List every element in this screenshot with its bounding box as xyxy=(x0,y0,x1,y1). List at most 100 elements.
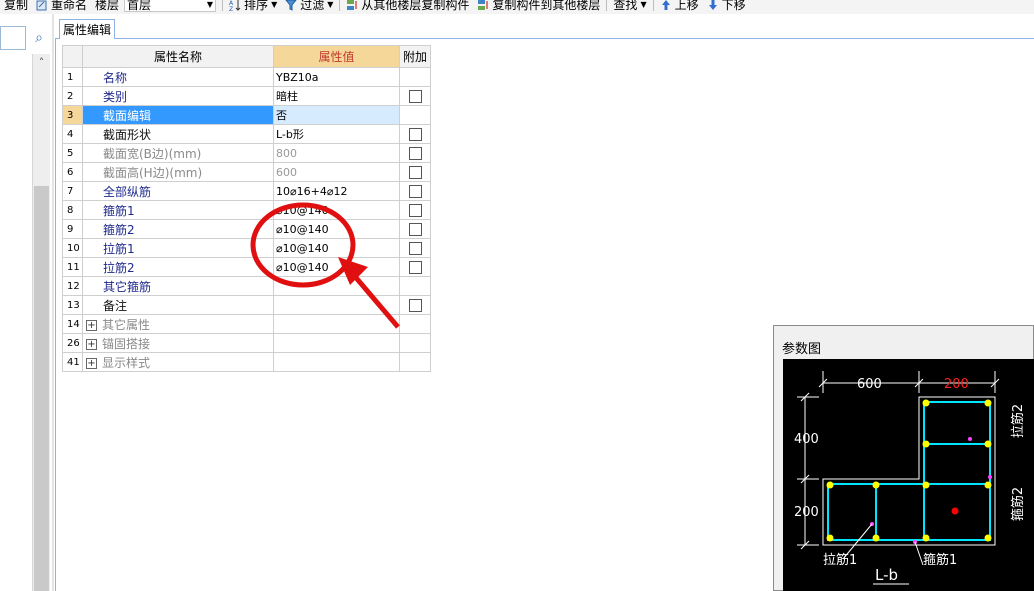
property-name: 截面高(H边)(mm) xyxy=(103,165,203,180)
param-figure-panel: 参数图 600 200 400 200 拉筋2 箍筋2 拉筋1 箍筋1 L-b xyxy=(773,325,1034,591)
row-number: 12 xyxy=(62,276,83,296)
property-value[interactable]: L-b形 xyxy=(273,124,400,144)
vertical-scrollbar[interactable]: ˄ xyxy=(32,54,50,591)
table-row[interactable]: 1 名称 YBZ10a xyxy=(62,67,431,87)
row-number: 6 xyxy=(62,162,83,182)
toolbar-divider xyxy=(222,0,224,11)
row-number: 1 xyxy=(62,67,83,87)
extra-cell xyxy=(399,105,431,125)
row-number: 5 xyxy=(62,143,83,163)
property-name: 截面编辑 xyxy=(103,108,152,123)
extra-checkbox[interactable] xyxy=(408,242,422,255)
table-row-group[interactable]: 26 + 锚固搭接 xyxy=(62,333,431,353)
scroll-up-icon[interactable]: ˄ xyxy=(33,54,50,70)
filter-icon xyxy=(285,0,297,11)
expand-icon[interactable]: + xyxy=(86,357,97,369)
property-value xyxy=(273,352,400,372)
param-figure-canvas: 600 200 400 200 拉筋2 箍筋2 拉筋1 箍筋1 L-b xyxy=(783,359,1034,591)
component-tree-pane: ⌕ ˄ xyxy=(0,14,50,591)
extra-checkbox[interactable] xyxy=(408,185,422,198)
tab-strip: 属性编辑 xyxy=(55,19,1034,39)
move-up-button[interactable]: 上移 xyxy=(656,0,703,12)
copy-to-other-floor-button[interactable]: 复制构件到其他楼层 xyxy=(473,0,604,12)
scroll-thumb[interactable] xyxy=(34,186,49,591)
dim-400: 400 xyxy=(794,432,819,447)
extra-checkbox[interactable] xyxy=(408,261,422,274)
extra-checkbox[interactable] xyxy=(408,299,422,312)
row-number: 8 xyxy=(62,200,83,220)
table-row[interactable]: 4 截面形状 L-b形 xyxy=(62,124,431,144)
extra-checkbox[interactable] xyxy=(408,204,422,217)
table-row-selected[interactable]: 3 截面编辑 否 xyxy=(62,105,431,125)
property-value[interactable]: 600 xyxy=(273,162,400,182)
splitter[interactable] xyxy=(52,14,54,591)
extra-checkbox[interactable] xyxy=(408,223,422,236)
tie2-label: 拉筋2 xyxy=(1010,404,1026,438)
toolbar: 复制 重命名 楼层 首层 ▼ AZ 排序 ▼ 过滤 ▼ 从其他楼层复制构件 复制构件到… xyxy=(0,0,1034,14)
copy-from-other-floor-button[interactable]: 从其他楼层复制构件 xyxy=(342,0,473,12)
copy-button[interactable]: 复制 xyxy=(0,0,32,12)
row-number: 7 xyxy=(62,181,83,201)
property-value[interactable]: 否 xyxy=(273,105,400,125)
property-value[interactable]: 800 xyxy=(273,143,400,163)
toolbar-divider xyxy=(339,0,341,11)
tab-property-edit[interactable]: 属性编辑 xyxy=(59,19,115,39)
property-value xyxy=(273,333,400,353)
sort-icon: AZ xyxy=(229,0,241,11)
search-icon[interactable]: ⌕ xyxy=(28,26,50,50)
expand-icon[interactable]: + xyxy=(86,319,97,331)
rename-button[interactable]: 重命名 xyxy=(32,0,91,12)
row-number: 41 xyxy=(62,352,83,372)
svg-text:Z: Z xyxy=(229,6,233,11)
find-button[interactable]: 查找 ▼ xyxy=(609,0,650,12)
row-number: 26 xyxy=(62,333,83,353)
extra-checkbox[interactable] xyxy=(408,147,422,160)
table-row[interactable]: 6 截面高(H边)(mm) 600 xyxy=(62,162,431,182)
toolbar-divider xyxy=(606,0,608,11)
extra-header[interactable]: 附加 xyxy=(399,45,431,68)
arrow-up-icon xyxy=(661,0,670,10)
stirrup2-label: 箍筋2 xyxy=(1010,487,1026,521)
row-number: 3 xyxy=(62,105,83,125)
property-group-name: 其它属性 xyxy=(102,317,151,332)
row-number: 11 xyxy=(62,257,83,277)
annotation-arrow xyxy=(350,271,400,329)
chevron-down-icon: ▼ xyxy=(271,0,278,9)
row-number-header xyxy=(62,45,83,68)
move-down-button[interactable]: 下移 xyxy=(703,0,750,12)
dim-200-left: 200 xyxy=(794,505,819,520)
rename-icon xyxy=(36,0,47,11)
property-name-header[interactable]: 属性名称 xyxy=(82,45,274,68)
chevron-down-icon: ▼ xyxy=(640,0,647,9)
floor-dropdown[interactable]: 首层 ▼ xyxy=(124,0,217,12)
property-value-header[interactable]: 属性值 xyxy=(273,45,400,68)
copy-to-floor-icon xyxy=(478,0,488,10)
section-diagram: 600 200 400 200 拉筋2 箍筋2 拉筋1 箍筋1 L-b xyxy=(794,371,1026,585)
property-value[interactable]: YBZ10a xyxy=(273,67,400,87)
extra-checkbox[interactable] xyxy=(408,166,422,179)
sort-button[interactable]: AZ 排序 ▼ xyxy=(225,0,281,12)
row-number: 14 xyxy=(62,314,83,334)
table-row-group[interactable]: 41 + 显示样式 xyxy=(62,352,431,372)
copy-floor-icon xyxy=(347,0,357,10)
row-number: 2 xyxy=(62,86,83,106)
extra-checkbox[interactable] xyxy=(408,128,422,141)
toolbar-divider xyxy=(652,0,654,11)
floor-selector[interactable]: 楼层 首层 ▼ xyxy=(91,0,220,12)
property-name: 截面形状 xyxy=(103,127,152,142)
filter-button[interactable]: 过滤 ▼ xyxy=(281,0,337,12)
row-number: 10 xyxy=(62,238,83,258)
row-number: 13 xyxy=(62,295,83,315)
table-row[interactable]: 2 类别 暗柱 xyxy=(62,86,431,106)
dim-600: 600 xyxy=(857,377,882,392)
dim-200-top: 200 xyxy=(944,377,969,392)
table-row[interactable]: 5 截面宽(B边)(mm) 800 xyxy=(62,143,431,163)
tie1-label: 拉筋1 xyxy=(823,552,857,568)
property-group-name: 显示样式 xyxy=(102,355,151,370)
extra-checkbox[interactable] xyxy=(408,90,422,103)
expand-icon[interactable]: + xyxy=(86,338,97,350)
row-number: 9 xyxy=(62,219,83,239)
search-input[interactable] xyxy=(0,26,26,50)
property-value[interactable]: 暗柱 xyxy=(273,86,400,106)
param-figure-title: 参数图 xyxy=(782,342,822,357)
